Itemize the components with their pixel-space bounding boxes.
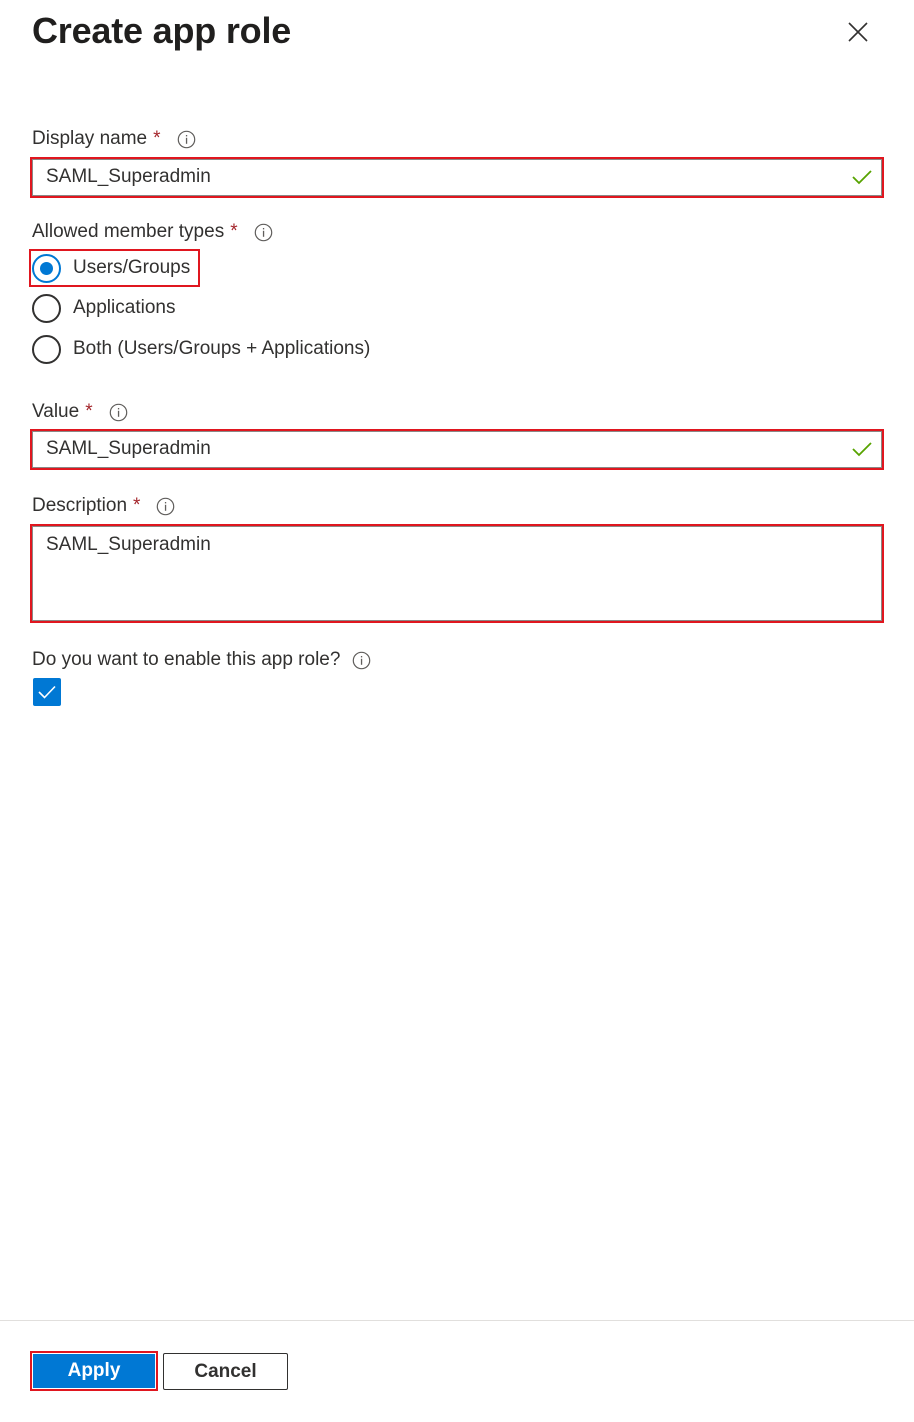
info-icon[interactable] bbox=[109, 403, 128, 422]
info-icon[interactable] bbox=[156, 497, 175, 516]
radio-both[interactable]: Both (Users/Groups + Applications) bbox=[32, 332, 370, 366]
footer-divider bbox=[0, 1320, 914, 1321]
radio-label: Both (Users/Groups + Applications) bbox=[73, 338, 371, 359]
required-asterisk: * bbox=[133, 495, 141, 516]
info-icon[interactable] bbox=[254, 223, 273, 242]
required-asterisk: * bbox=[85, 401, 93, 422]
value-field-value: SAML_Superadmin bbox=[46, 438, 211, 459]
cancel-button[interactable]: Cancel bbox=[163, 1353, 288, 1390]
display-name-value: SAML_Superadmin bbox=[46, 166, 211, 187]
apply-button[interactable]: Apply bbox=[33, 1354, 155, 1388]
info-icon[interactable] bbox=[177, 130, 196, 149]
radio-label: Users/Groups bbox=[73, 257, 191, 278]
radio-button[interactable] bbox=[32, 293, 61, 323]
radio-users-groups[interactable]: Users/Groups bbox=[32, 251, 190, 285]
description-textarea[interactable]: SAML_Superadmin bbox=[30, 524, 884, 623]
info-icon[interactable] bbox=[352, 651, 371, 670]
radio-label: Applications bbox=[73, 297, 176, 318]
member-types-label-text: Allowed member types bbox=[32, 221, 225, 242]
member-types-label: Allowed member types * bbox=[32, 221, 273, 243]
valid-check-icon bbox=[852, 170, 872, 185]
required-asterisk: * bbox=[230, 221, 238, 242]
close-button[interactable] bbox=[842, 16, 874, 48]
close-icon bbox=[848, 22, 868, 42]
value-field[interactable]: SAML_Superadmin bbox=[30, 429, 884, 470]
description-label: Description * bbox=[32, 495, 175, 517]
radio-button-checked[interactable] bbox=[32, 253, 61, 283]
apply-button-highlight: Apply bbox=[30, 1351, 158, 1391]
value-label: Value * bbox=[32, 401, 128, 423]
display-name-field[interactable]: SAML_Superadmin bbox=[30, 157, 884, 198]
radio-applications[interactable]: Applications bbox=[32, 291, 175, 325]
panel-title: Create app role bbox=[32, 10, 292, 51]
enable-checkbox[interactable] bbox=[33, 678, 61, 706]
create-app-role-panel: Create app role Display name * SAML_Supe… bbox=[0, 0, 914, 1422]
description-value: SAML_Superadmin bbox=[46, 534, 211, 555]
required-asterisk: * bbox=[153, 128, 161, 149]
radio-button[interactable] bbox=[32, 334, 61, 364]
valid-check-icon bbox=[852, 442, 872, 457]
enable-label: Do you want to enable this app role? bbox=[32, 649, 371, 671]
enable-label-text: Do you want to enable this app role? bbox=[32, 649, 341, 670]
checkmark-icon bbox=[38, 685, 56, 699]
display-name-label-text: Display name bbox=[32, 128, 148, 149]
value-label-text: Value bbox=[32, 401, 80, 422]
display-name-label: Display name * bbox=[32, 128, 196, 150]
description-label-text: Description bbox=[32, 495, 128, 516]
